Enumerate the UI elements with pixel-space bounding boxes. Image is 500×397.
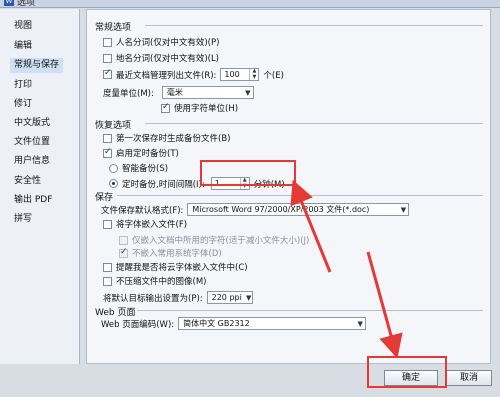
web-encoding-row: Web 页面编码(W): 简体中文 GB2312 ▼ — [101, 317, 367, 330]
title-bar: W 选项 — [0, 0, 500, 8]
sidebar-item-general-save[interactable]: 常规与保存 — [10, 58, 64, 73]
default-format-row: 文件保存默认格式(F): Microsoft Word 97/2000/XP/2… — [101, 203, 410, 216]
sidebar-item-view[interactable]: 视图 — [10, 19, 36, 34]
default-format-select[interactable]: Microsoft Word 97/2000/XP/2003 文件(*.doc)… — [187, 203, 410, 216]
cancel-button[interactable]: 取消 — [446, 370, 492, 386]
backup-group-title: 恢复选项 — [95, 121, 132, 131]
divider — [137, 310, 483, 311]
options-panel: 常规选项 人名分词(仅对中文有效)(P) 地名分词(仅对中文有效)(L) 最近文… — [86, 9, 491, 364]
divider — [117, 195, 483, 196]
no-compress-images-checkbox[interactable] — [103, 276, 112, 286]
window-title: 选项 — [17, 0, 36, 8]
interval-spinner[interactable]: 1 ▲ ▼ — [210, 177, 250, 190]
sidebar: 视图 编辑 常规与保存 打印 修订 中文版式 文件位置 用户信息 安全性 输出 … — [0, 9, 80, 364]
spin-down-icon: ▼ — [252, 73, 257, 80]
embed-fonts-option[interactable]: 将字体嵌入文件(F) — [103, 218, 187, 230]
timed-backup-radio[interactable] — [109, 179, 118, 188]
web-encoding-select[interactable]: 简体中文 GB2312 ▼ — [178, 317, 367, 330]
enable-timed-backup-checkbox[interactable] — [103, 147, 112, 158]
chevron-down-icon: ▼ — [400, 205, 407, 214]
prompt-cloud-fonts-option[interactable]: 提醒我是否将云字体嵌入文件中(C) — [103, 261, 248, 273]
place-seg-checkbox[interactable] — [103, 53, 112, 63]
sidebar-item-spelling[interactable]: 拼写 — [10, 212, 36, 227]
char-unit-checkbox[interactable] — [161, 102, 170, 113]
app-icon: W — [4, 0, 14, 6]
timed-backup-option[interactable]: 定时备份,时间间隔(I): 1 ▲ ▼ 分钟(M) — [109, 177, 285, 190]
first-save-backup-option[interactable]: 第一次保存时生成备份文件(B) — [103, 132, 230, 144]
general-group-title: 常规选项 — [95, 23, 132, 33]
embed-fonts-checkbox[interactable] — [103, 219, 112, 229]
sidebar-item-user-info[interactable]: 用户信息 — [10, 154, 54, 169]
smart-backup-radio[interactable] — [109, 163, 118, 173]
no-common-fonts-checkbox[interactable] — [119, 247, 128, 258]
ok-button[interactable]: 确定 — [384, 370, 438, 386]
chevron-down-icon: ▼ — [245, 88, 251, 97]
no-compress-images-option[interactable]: 不压缩文件中的图像(M) — [103, 275, 206, 287]
char-unit-option[interactable]: 使用字符单位(H) — [161, 102, 238, 114]
sidebar-item-revision[interactable]: 修订 — [10, 97, 36, 112]
name-seg-option[interactable]: 人名分词(仅对中文有效)(P) — [103, 36, 219, 48]
first-save-backup-checkbox[interactable] — [103, 133, 112, 143]
sidebar-item-print[interactable]: 打印 — [10, 78, 36, 93]
embed-used-only-checkbox[interactable] — [119, 235, 128, 245]
name-seg-checkbox[interactable] — [103, 37, 112, 47]
sidebar-item-edit[interactable]: 编辑 — [10, 39, 36, 54]
place-seg-option[interactable]: 地名分词(仅对中文有效)(L) — [103, 52, 219, 64]
enable-timed-backup-option[interactable]: 启用定时备份(T) — [103, 147, 179, 159]
save-group-title: 保存 — [95, 193, 114, 203]
sidebar-item-chinese-layout[interactable]: 中文版式 — [10, 116, 54, 131]
recent-count-spinner[interactable]: 100 ▲ ▼ — [220, 68, 260, 81]
divider — [145, 123, 483, 124]
recent-files-option[interactable]: 最近文档管理列出文件(R): 100 ▲▼ 个(E) — [103, 68, 284, 81]
smart-backup-option[interactable]: 智能备份(S) — [109, 162, 168, 174]
measure-unit-row: 度量单位(M): 毫米 ▼ — [103, 86, 254, 99]
sidebar-item-pdf-output[interactable]: 输出 PDF — [10, 193, 56, 208]
divider — [145, 25, 483, 26]
embed-used-only-option[interactable]: 仅嵌入文档中所用的字符(适于减小文件大小)(J) — [119, 234, 309, 246]
sidebar-item-security[interactable]: 安全性 — [10, 174, 45, 189]
chevron-down-icon: ▼ — [357, 319, 363, 328]
prompt-cloud-fonts-checkbox[interactable] — [103, 262, 112, 272]
no-common-fonts-option[interactable]: 不嵌入常用系统字体(D) — [119, 247, 222, 259]
measure-unit-select[interactable]: 毫米 ▼ — [161, 86, 254, 99]
spin-down-icon: ▼ — [242, 182, 247, 189]
target-output-select[interactable]: 220 ppi ▼ — [206, 291, 253, 304]
sidebar-item-file-location[interactable]: 文件位置 — [10, 135, 54, 150]
target-output-row: 将默认目标输出设置为(P): 220 ppi ▼ — [103, 291, 253, 304]
chevron-down-icon: ▼ — [246, 293, 252, 302]
recent-files-checkbox[interactable] — [103, 68, 112, 79]
